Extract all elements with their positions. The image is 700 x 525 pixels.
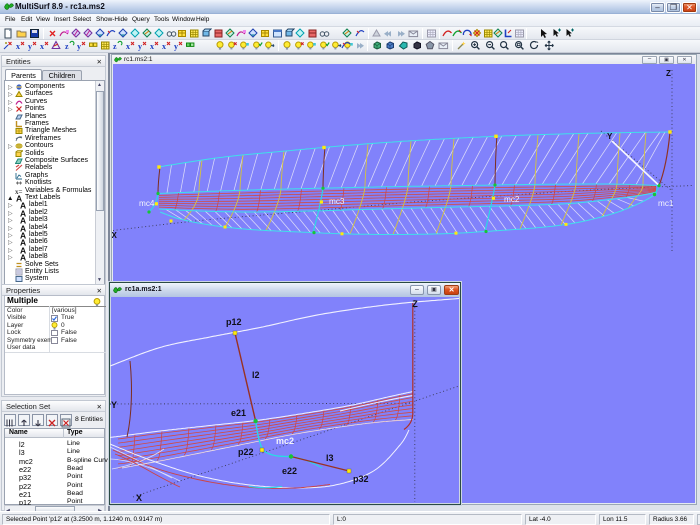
svg-text:p12: p12 — [226, 317, 242, 327]
svg-text:y: y — [174, 42, 178, 51]
svg-text:x: x — [16, 42, 20, 51]
svg-text:X: X — [112, 231, 118, 240]
svg-text:e21: e21 — [231, 408, 246, 418]
svg-text:e22: e22 — [282, 466, 297, 476]
svg-text:mc3: mc3 — [329, 197, 345, 206]
svg-text:y: y — [77, 42, 81, 51]
svg-text:A: A — [20, 201, 26, 209]
svg-text:p22: p22 — [238, 447, 254, 457]
svg-text:y: y — [138, 42, 142, 51]
svg-text:p32: p32 — [353, 474, 369, 484]
svg-text:A: A — [20, 238, 26, 246]
svg-text:A: A — [20, 216, 26, 224]
svg-text:mc2: mc2 — [504, 195, 520, 204]
svg-text:x: x — [150, 42, 154, 51]
svg-text:y: y — [28, 42, 32, 51]
svg-text:mc2: mc2 — [276, 436, 294, 446]
svg-text:X: X — [136, 493, 142, 503]
svg-text:Y: Y — [607, 132, 613, 141]
svg-text:x: x — [126, 42, 130, 51]
svg-text:mc1: mc1 — [658, 199, 674, 208]
svg-text:Z: Z — [412, 299, 418, 309]
svg-text:z: z — [65, 42, 69, 51]
svg-text:Z: Z — [666, 69, 671, 78]
svg-text:l3: l3 — [326, 453, 334, 463]
svg-text:x: x — [40, 42, 44, 51]
svg-text:Y: Y — [111, 400, 117, 410]
svg-text:l2: l2 — [252, 370, 260, 380]
svg-text:A: A — [20, 253, 26, 261]
svg-text:mc4: mc4 — [139, 199, 155, 208]
svg-text:z: z — [113, 42, 117, 51]
svg-text:x: x — [162, 42, 166, 51]
